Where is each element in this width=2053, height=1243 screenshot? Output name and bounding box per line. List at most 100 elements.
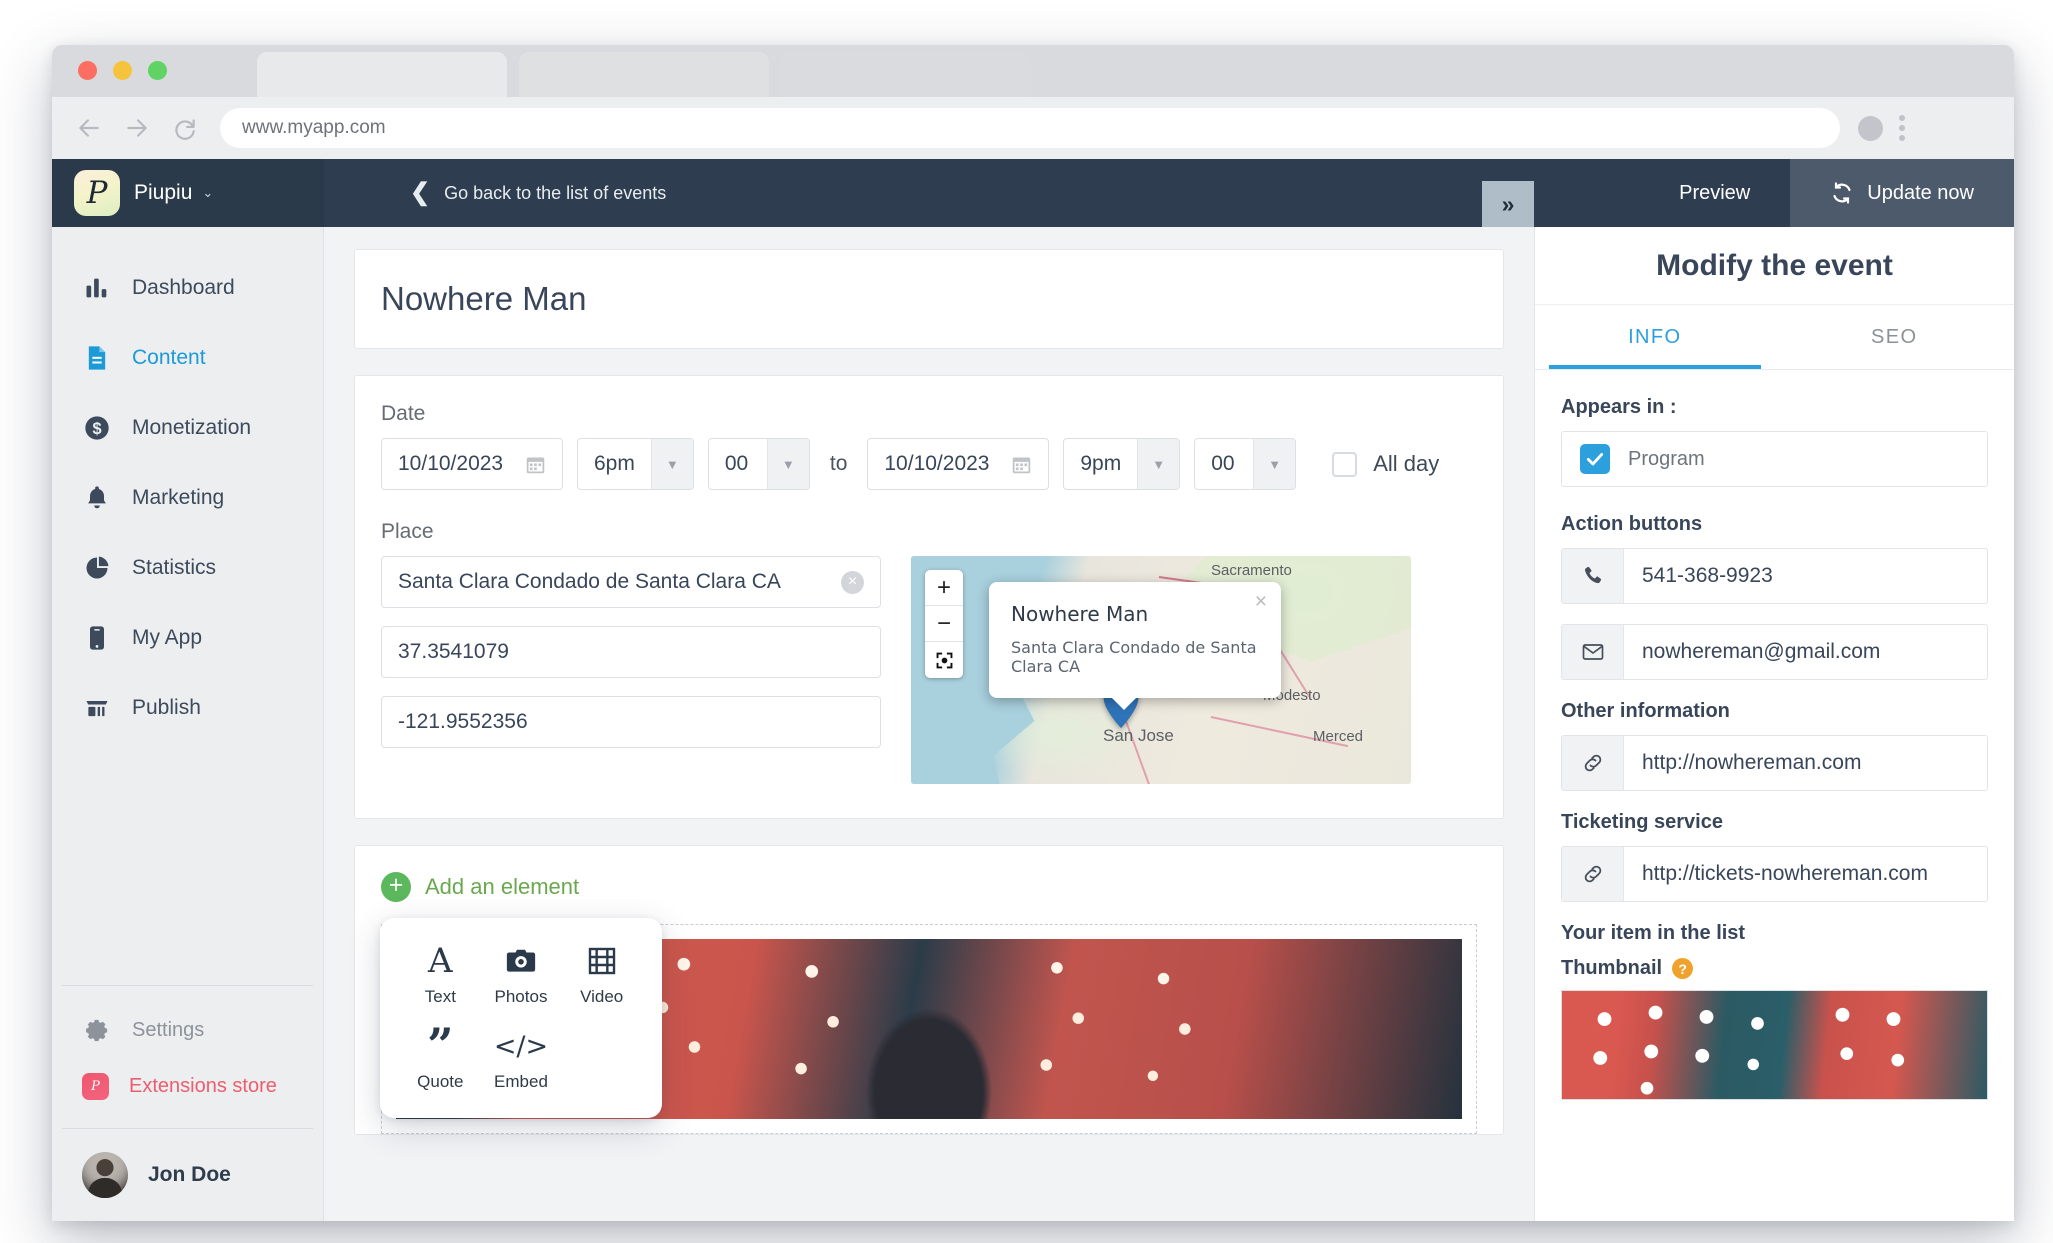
film-strip-icon [586,944,618,978]
start-hour-select[interactable]: 6pm ▼ [577,438,694,490]
map-label: Merced [1313,728,1364,745]
add-element-button[interactable]: + Add an element [381,872,1477,902]
end-hour-value: 9pm [1080,452,1122,475]
menu-item-text[interactable]: A Text [400,944,481,1007]
fullscreen-icon[interactable] [925,642,963,678]
brand-initial: P [86,174,108,211]
preview-label: Preview [1679,181,1751,204]
sidebar-item-my-app[interactable]: My App [52,603,323,673]
end-hour-select[interactable]: 9pm ▼ [1063,438,1181,490]
start-date-input[interactable]: 10/10/2023 [381,438,563,490]
date-row: 10/10/2023 6pm ▼ 00 ▼ to 10/10/2023 9pm … [381,438,1477,490]
thumbnail-image[interactable] [1561,990,1988,1100]
app-topbar: P Piupiu ⌄ ❮ Go back to the list of even… [52,159,2014,227]
location-map[interactable]: Sacramento Hay San Jose Modesto Merced +… [911,556,1411,784]
browser-menu-icon[interactable] [1899,115,1905,141]
all-day-checkbox[interactable] [1332,451,1358,477]
avatar [82,1152,128,1198]
sidebar-item-monetization[interactable]: $ Monetization [52,393,323,463]
tab-seo[interactable]: SEO [1775,305,2015,369]
browser-tab-1[interactable] [257,52,507,97]
add-element-label: Add an element [425,874,580,899]
calendar-icon[interactable] [1011,454,1032,475]
quote-marks-icon: ” [427,1018,454,1073]
tab-info[interactable]: INFO [1535,305,1775,369]
link-icon [1562,736,1624,790]
sidebar-item-dashboard[interactable]: Dashboard [52,253,323,323]
extensions-store-label: Extensions store [129,1074,277,1097]
browser-nav-buttons [76,115,198,141]
application: P Piupiu ⌄ ❮ Go back to the list of even… [52,159,2014,1221]
menu-item-video[interactable]: Video [561,944,642,1007]
profile-avatar-icon[interactable] [1858,115,1883,141]
chevron-down-icon: ▼ [1253,439,1296,489]
update-now-label: Update now [1867,181,1974,204]
sidebar-user[interactable]: Jon Doe [52,1129,323,1221]
browser-tab-2[interactable] [519,52,769,97]
page-title[interactable]: Nowhere Man [381,280,1477,318]
close-icon[interactable]: × [1255,591,1267,612]
update-now-button[interactable]: Update now [1790,159,2014,227]
sync-icon [1830,181,1854,205]
close-window-button[interactable] [78,61,97,80]
tab-label: SEO [1871,325,1918,348]
sidebar-item-label: My App [132,626,203,649]
end-minute-select[interactable]: 00 ▼ [1194,438,1297,490]
menu-item-label: Embed [494,1072,548,1091]
email-value: nowhereman@gmail.com [1642,640,1881,663]
sidebar-item-content[interactable]: Content [52,323,323,393]
latitude-input[interactable]: 37.3541079 [381,626,881,678]
camera-icon [505,944,537,978]
browser-tab-3[interactable] [781,52,1031,97]
ticketing-field[interactable]: http://tickets-nowhereman.com [1561,846,1988,902]
panel-body: Appears in : Program Action buttons 541-… [1535,370,2014,1100]
start-minute-select[interactable]: 00 ▼ [707,438,810,490]
sidebar-item-publish[interactable]: Publish [52,673,323,743]
preview-button[interactable]: Preview [1639,159,1790,227]
settings-label: Settings [132,1018,205,1041]
longitude-input[interactable]: -121.9552356 [381,696,881,748]
program-checkbox[interactable] [1580,444,1610,474]
chevron-down-icon: ▼ [1137,439,1180,489]
sidebar-item-settings[interactable]: Settings [52,1002,323,1058]
minimize-window-button[interactable] [113,61,132,80]
address-bar[interactable]: www.myapp.com [220,108,1840,148]
map-zoom-out-button[interactable]: − [925,606,963,642]
appears-in-row[interactable]: Program [1561,431,1988,487]
sidebar-bottom: Settings P Extensions store Jon Doe [52,985,323,1221]
help-icon[interactable]: ? [1672,958,1694,979]
reload-icon[interactable] [172,115,198,141]
email-field[interactable]: nowhereman@gmail.com [1561,624,1988,680]
website-field[interactable]: http://nowhereman.com [1561,735,1988,791]
map-zoom-in-button[interactable]: + [925,570,963,606]
sidebar-item-label: Dashboard [132,276,235,299]
maximize-window-button[interactable] [148,61,167,80]
sidebar-item-statistics[interactable]: Statistics [52,533,323,603]
back-arrow-icon[interactable] [76,115,102,141]
forward-arrow-icon[interactable] [124,115,150,141]
clear-icon[interactable]: × [841,570,864,594]
store-icon [82,693,112,723]
sidebar-item-extensions-store[interactable]: P Extensions store [52,1058,323,1114]
end-date-input[interactable]: 10/10/2023 [867,438,1050,490]
brand-selector[interactable]: P Piupiu ⌄ [52,159,324,227]
collapse-panel-button[interactable]: » [1482,181,1534,227]
topbar-actions: Preview Update now [1639,159,2014,227]
go-back-link[interactable]: ❮ Go back to the list of events [410,181,666,205]
menu-item-photos[interactable]: Photos [481,944,562,1007]
popup-address: Santa Clara Condado de Santa Clara CA [1011,638,1257,676]
content-elements-card: + Add an element A Text Photos Video ” Q… [354,845,1504,1135]
sidebar-item-marketing[interactable]: Marketing [52,463,323,533]
phone-value: 541-368-9923 [1642,564,1773,587]
phone-icon [1562,549,1624,603]
browser-toolbar: www.myapp.com [52,97,2014,159]
all-day-toggle[interactable]: All day [1332,451,1439,477]
sidebar-item-label: Statistics [132,556,217,579]
menu-item-embed[interactable]: </> Embed [481,1029,562,1092]
calendar-icon[interactable] [525,454,546,475]
address-input[interactable]: Santa Clara Condado de Santa Clara CA × [381,556,881,608]
menu-item-quote[interactable]: ” Quote [400,1018,481,1092]
address-value: Santa Clara Condado de Santa Clara CA [398,570,781,593]
phone-field[interactable]: 541-368-9923 [1561,548,1988,604]
appears-in-label: Appears in : [1561,396,1677,418]
